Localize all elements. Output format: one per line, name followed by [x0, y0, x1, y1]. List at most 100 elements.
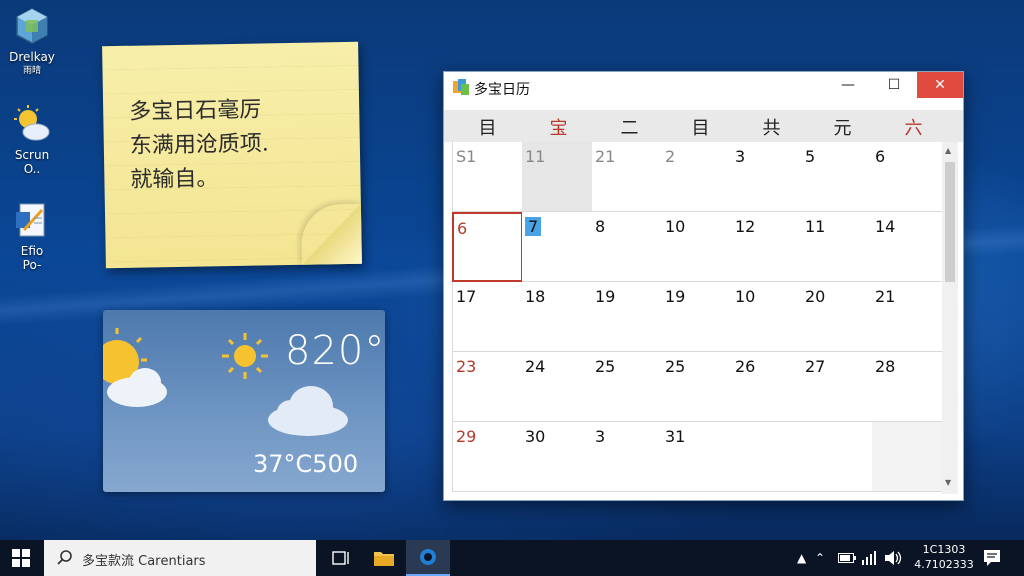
tray-overflow-icon[interactable]: ▲ — [797, 551, 806, 565]
day-cell[interactable]: 3 — [732, 142, 803, 212]
weekday-label: 宝 — [549, 118, 568, 139]
day-cell[interactable]: 8 — [592, 212, 663, 282]
day-cell[interactable]: 21 — [592, 142, 663, 212]
cube-app-icon — [12, 6, 52, 46]
day-cell[interactable]: 5 — [802, 142, 873, 212]
day-cell[interactable] — [872, 422, 943, 492]
desktop-icon-efio[interactable]: Efio Po- — [4, 200, 60, 272]
page-curl — [300, 203, 362, 265]
desktop-icon-label: Efio — [20, 244, 44, 258]
day-cell[interactable] — [802, 422, 873, 492]
day-cell[interactable]: 27 — [802, 352, 873, 422]
day-cell[interactable]: 23 — [452, 352, 523, 422]
notification-center-icon[interactable] — [982, 548, 1002, 568]
partly-cloudy-icon — [103, 328, 167, 407]
search-text: 多宝款流 Cаrеntiаrs — [82, 554, 206, 569]
day-cell[interactable]: 21 — [872, 282, 943, 352]
desktop-icon-scrun[interactable]: Scrun O.. — [4, 104, 60, 176]
day-cell[interactable]: 3 — [592, 422, 663, 492]
sticky-note[interactable]: 多宝日石毫厉 东满用沧质项. 就输自。 — [102, 41, 362, 269]
desktop-icon-label: Scrun — [14, 148, 50, 162]
day-number: 25 — [595, 357, 616, 376]
minimize-button[interactable]: — — [825, 72, 871, 98]
day-cell[interactable]: 6 — [452, 212, 523, 282]
desktop-icon-sublabel: 雨晴 — [22, 66, 41, 76]
day-number: 11 — [805, 217, 826, 236]
desktop-icon-label: Drelkay — [9, 50, 55, 64]
document-app-icon — [12, 200, 52, 240]
day-cell[interactable]: 29 — [452, 422, 523, 492]
sticky-note-line: 就输自。 — [130, 166, 219, 193]
day-cell[interactable]: 14 — [872, 212, 943, 282]
weekday-label: 六 — [904, 118, 923, 139]
day-cell[interactable]: 25 — [662, 352, 733, 422]
day-number: 18 — [525, 287, 546, 306]
battery-icon[interactable] — [838, 553, 856, 563]
start-button[interactable] — [0, 540, 42, 576]
weekday-header: 目宝二目共元六 — [444, 110, 963, 142]
sticky-note-line: 东满用沧质项. — [129, 131, 270, 159]
volume-icon[interactable] — [884, 550, 902, 566]
day-number: 10 — [665, 217, 686, 236]
day-cell[interactable]: 26 — [732, 352, 803, 422]
day-cell[interactable]: 2 — [662, 142, 733, 212]
day-number: 29 — [456, 427, 477, 446]
day-number: 6 — [875, 147, 886, 166]
day-number: 28 — [875, 357, 896, 376]
calendar-window[interactable]: 多宝日历 — ☐ ✕ 目宝二目共元六 S1 11 21 2 3 5 6 6 7 8 10 12 11 14… — [443, 71, 964, 501]
weekday-label: 二 — [620, 118, 639, 139]
day-number: 10 — [735, 287, 756, 306]
day-number: 25 — [665, 357, 686, 376]
weekday-label: 元 — [833, 118, 852, 139]
app-circle-icon — [420, 549, 436, 565]
desktop-icon-drelkay[interactable]: Drelkay 雨晴 — [4, 6, 60, 78]
day-number: 30 — [525, 427, 546, 446]
day-number: 2 — [665, 147, 676, 166]
day-cell[interactable]: S1 — [452, 142, 523, 212]
day-cell[interactable]: 20 — [802, 282, 873, 352]
scrollbar-thumb[interactable] — [945, 162, 955, 282]
day-cell[interactable]: 19 — [662, 282, 733, 352]
day-cell[interactable]: 7 — [522, 212, 593, 282]
day-number: 21 — [595, 147, 616, 166]
day-cell[interactable]: 19 — [592, 282, 663, 352]
day-cell[interactable]: 11 — [522, 142, 593, 212]
desktop-icon-sublabel: O.. — [23, 162, 41, 176]
task-view-button[interactable] — [318, 540, 362, 576]
scroll-down-arrow-icon[interactable]: ▼ — [945, 478, 951, 487]
day-cell[interactable]: 6 — [872, 142, 943, 212]
day-cell[interactable]: 10 — [732, 282, 803, 352]
day-number: 6 — [457, 219, 468, 238]
cloud-icon — [268, 386, 348, 436]
day-cell[interactable] — [732, 422, 803, 492]
weather-widget[interactable]: 820° 37°C500 — [103, 310, 385, 492]
vertical-scrollbar[interactable]: ▲ ▼ — [942, 142, 958, 494]
day-cell[interactable]: 17 — [452, 282, 523, 352]
day-cell[interactable]: 18 — [522, 282, 593, 352]
day-number: 7 — [525, 217, 542, 236]
day-cell[interactable]: 12 — [732, 212, 803, 282]
system-clock[interactable]: 1C1303 4.7102333 — [912, 542, 976, 572]
window-titlebar[interactable]: 多宝日历 — ☐ ✕ — [444, 72, 963, 102]
maximize-button[interactable]: ☐ — [871, 72, 917, 98]
day-cell[interactable]: 24 — [522, 352, 593, 422]
network-icon[interactable] — [862, 551, 876, 565]
taskbar: 多宝款流 Cаrеntiаrs ▲ ⌃ 1C1303 4.7102333 — [0, 540, 1024, 576]
day-cell[interactable]: 31 — [662, 422, 733, 492]
taskbar-search-box[interactable]: 多宝款流 Cаrеntiаrs — [44, 540, 316, 576]
window-title: 多宝日历 — [474, 82, 530, 98]
taskbar-file-explorer[interactable] — [362, 540, 406, 576]
day-cell[interactable]: 10 — [662, 212, 733, 282]
tray-up-icon[interactable]: ⌃ — [815, 551, 825, 565]
search-icon — [57, 550, 72, 565]
day-number: S1 — [456, 147, 477, 166]
weekday-label: 目 — [478, 118, 497, 139]
day-cell[interactable]: 25 — [592, 352, 663, 422]
taskbar-calendar-app[interactable] — [406, 540, 450, 576]
day-cell[interactable]: 28 — [872, 352, 943, 422]
day-cell[interactable]: 11 — [802, 212, 873, 282]
scroll-up-arrow-icon[interactable]: ▲ — [945, 146, 951, 155]
close-button[interactable]: ✕ — [917, 72, 963, 98]
day-number: 19 — [665, 287, 686, 306]
day-cell[interactable]: 30 — [522, 422, 593, 492]
